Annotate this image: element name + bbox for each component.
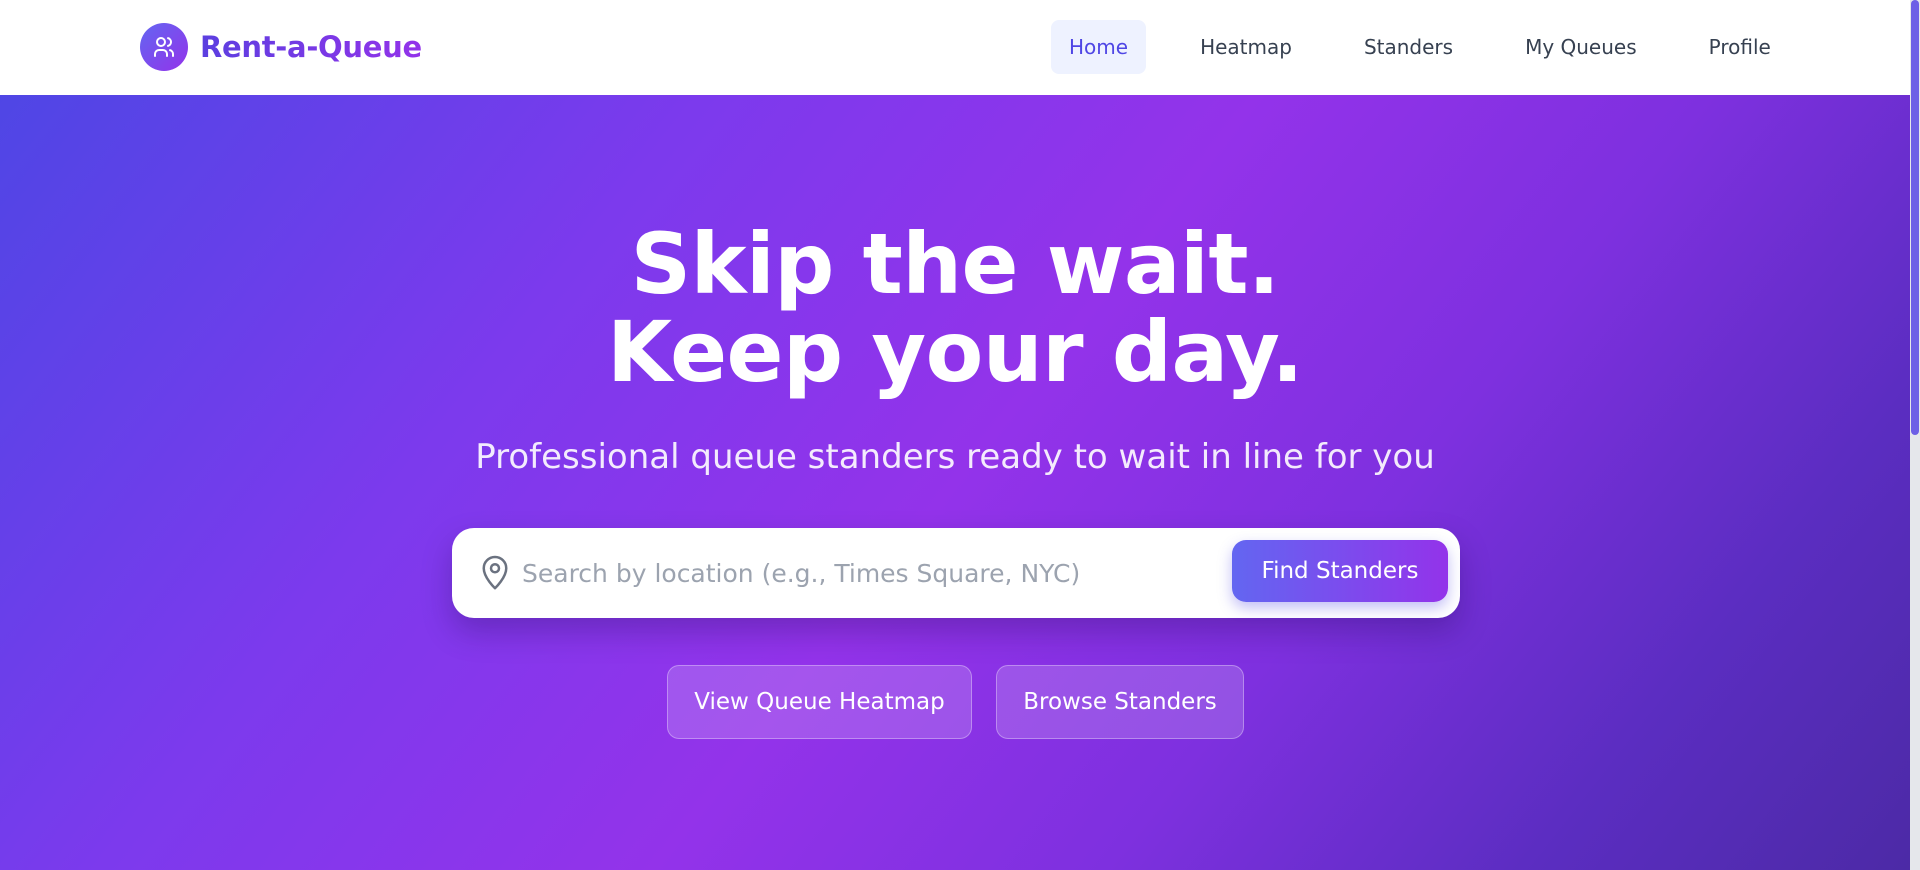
find-standers-button[interactable]: Find Standers bbox=[1232, 540, 1448, 602]
hero-title: Skip the wait. Keep your day. bbox=[0, 220, 1910, 396]
brand-link[interactable]: Rent-a-Queue bbox=[140, 23, 422, 71]
browse-standers-button[interactable]: Browse Standers bbox=[996, 665, 1244, 739]
nav-item-profile[interactable]: Profile bbox=[1691, 20, 1789, 74]
main-nav: Home Heatmap Standers My Queues Profile bbox=[1051, 20, 1789, 74]
brand-name: Rent-a-Queue bbox=[200, 30, 422, 64]
location-search-bar: Find Standers bbox=[452, 528, 1460, 618]
hero-subtitle: Professional queue standers ready to wai… bbox=[475, 437, 1435, 477]
hero-section: Skip the wait. Keep your day. Profession… bbox=[0, 95, 1910, 870]
view-queue-heatmap-button[interactable]: View Queue Heatmap bbox=[667, 665, 972, 739]
nav-item-heatmap[interactable]: Heatmap bbox=[1182, 20, 1310, 74]
users-icon bbox=[140, 23, 188, 71]
navbar: Rent-a-Queue Home Heatmap Standers My Qu… bbox=[0, 0, 1910, 95]
map-pin-icon bbox=[480, 553, 510, 591]
page: Rent-a-Queue Home Heatmap Standers My Qu… bbox=[0, 0, 1920, 870]
hero-title-line-1: Skip the wait. bbox=[630, 215, 1280, 313]
nav-item-standers[interactable]: Standers bbox=[1346, 20, 1471, 74]
location-search-input[interactable] bbox=[522, 546, 1212, 600]
nav-item-my-queues[interactable]: My Queues bbox=[1507, 20, 1655, 74]
page-scrollbar[interactable] bbox=[1910, 0, 1920, 870]
nav-item-home[interactable]: Home bbox=[1051, 20, 1147, 74]
hero-title-line-2: Keep your day. bbox=[606, 303, 1304, 401]
scrollbar-thumb[interactable] bbox=[1911, 0, 1919, 435]
